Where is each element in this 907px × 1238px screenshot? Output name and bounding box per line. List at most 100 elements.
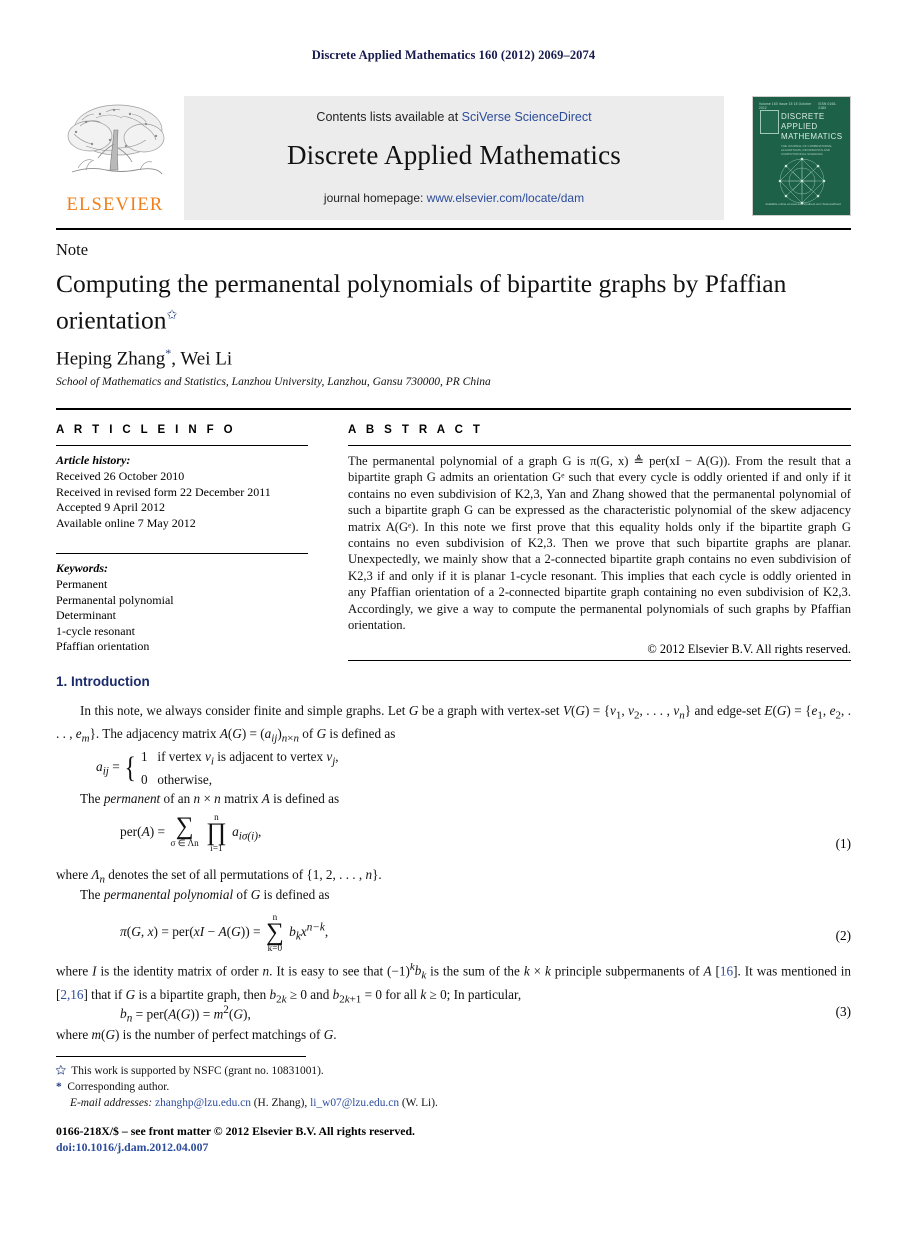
article-info-rule bbox=[56, 445, 308, 446]
cover-title: DISCRETE APPLIED MATHEMATICS bbox=[781, 112, 843, 141]
cover-graph-figure bbox=[778, 157, 825, 205]
cases-condition-1: if vertex vi is adjacent to vertex vj, bbox=[157, 749, 339, 768]
footnote-divider bbox=[56, 1056, 306, 1057]
cover-topbar: Volume 160 Issue 15 15 October 2012 ISSN… bbox=[759, 102, 844, 110]
masthead-divider bbox=[56, 228, 851, 231]
keywords-label: Keywords: bbox=[56, 561, 108, 575]
intro-paragraph-1: In this note, we always consider finite … bbox=[56, 703, 852, 745]
intro-paragraph-2: The permanent of an n × n matrix A is de… bbox=[80, 791, 340, 806]
title-text: Computing the permanental polynomials of… bbox=[56, 269, 787, 335]
sum-glyph: ∑ bbox=[175, 813, 194, 841]
paper-page: Discrete Applied Mathematics 160 (2012) … bbox=[0, 0, 907, 1238]
author-list: Heping Zhang*, Wei Li bbox=[56, 346, 232, 370]
citation-16[interactable]: 16 bbox=[720, 963, 733, 978]
eq1-sum-lower: σ ∈ Λn bbox=[170, 837, 199, 848]
email-addresses-label: E-mail addresses: bbox=[70, 1097, 153, 1109]
eq1-term: aiσ(i), bbox=[232, 823, 262, 843]
abstract-column: A B S T R A C T The permanental polynomi… bbox=[348, 424, 851, 657]
email-link-zhang[interactable]: zhanghp@lzu.edu.cn bbox=[155, 1097, 251, 1109]
history-revised: Received in revised form 22 December 201… bbox=[56, 484, 271, 499]
footnote-funding: ✩ This work is supported by NSFC (grant … bbox=[56, 1064, 576, 1079]
equation-1: per(A) = ∑ σ ∈ Λn n ∏ i=1 aiσ(i), bbox=[120, 812, 261, 854]
footnote-asterisk-marker: * bbox=[56, 1081, 62, 1093]
email-name-zhang: (H. Zhang) bbox=[253, 1097, 305, 1109]
cases-lhs: aij = bbox=[96, 758, 120, 778]
intro-paragraph-6: where m(G) is the number of perfect matc… bbox=[56, 1027, 337, 1042]
eq2-summation: n ∑ k=0 bbox=[266, 912, 284, 954]
page-title: Computing the permanental polynomials of… bbox=[56, 268, 796, 336]
elsevier-logo: ELSEVIER bbox=[56, 96, 174, 220]
eq2-term: bkxn−k, bbox=[289, 921, 329, 943]
email-name-li: (W. Li). bbox=[401, 1097, 438, 1109]
keyword-item-0: Permanent bbox=[56, 577, 108, 591]
homepage-line: journal homepage: www.elsevier.com/locat… bbox=[184, 191, 724, 205]
article-info-heading: A R T I C L E I N F O bbox=[56, 424, 237, 436]
eq2-sum-lower: k=0 bbox=[267, 943, 283, 954]
history-received: Received 26 October 2010 bbox=[56, 469, 185, 483]
keywords-rule bbox=[56, 553, 308, 554]
journal-title: Discrete Applied Mathematics bbox=[286, 140, 621, 170]
author-primary: Heping Zhang bbox=[56, 348, 166, 370]
eq1-lhs: per(A) = bbox=[120, 823, 166, 839]
section-heading-introduction: 1. Introduction bbox=[56, 674, 150, 689]
footnote-star-marker: ✩ bbox=[56, 1065, 66, 1077]
footnote-funding-text: This work is supported by NSFC (grant no… bbox=[71, 1065, 324, 1077]
intro-paragraph-4: The permanental polynomial of G is defin… bbox=[80, 887, 330, 902]
cover-publisher-mark bbox=[760, 110, 779, 134]
intro-paragraph-5: where I is the identity matrix of order … bbox=[56, 961, 851, 1006]
cases-value-1: 1 bbox=[140, 749, 148, 764]
history-accepted: Accepted 9 April 2012 bbox=[56, 500, 165, 514]
equation-3: bn = per(A(G)) = m2(G), bbox=[120, 1004, 251, 1026]
eq1-product: n ∏ i=1 bbox=[206, 812, 227, 854]
contents-line: Contents lists available at SciVerse Sci… bbox=[184, 110, 724, 124]
cases-body: 1 if vertex vi is adjacent to vertex vj,… bbox=[141, 748, 339, 788]
eq1-summation: ∑ σ ∈ Λn bbox=[170, 813, 199, 848]
email-link-li[interactable]: li_w07@lzu.edu.cn bbox=[310, 1097, 399, 1109]
footnote-emails: E-mail addresses: zhanghp@lzu.edu.cn (H.… bbox=[70, 1097, 438, 1109]
keyword-item-4: Pfaffian orientation bbox=[56, 639, 150, 653]
article-type-label: Note bbox=[56, 240, 89, 259]
author-secondary: , Wei Li bbox=[171, 348, 233, 370]
footnote-corresponding: * Corresponding author. bbox=[56, 1080, 576, 1095]
keyword-item-3: 1-cycle resonant bbox=[56, 623, 135, 638]
product-glyph: ∏ bbox=[206, 818, 227, 846]
keyword-item-1: Permanental polynomial bbox=[56, 592, 174, 607]
contents-prefix: Contents lists available at bbox=[316, 110, 462, 124]
abstract-heading: A B S T R A C T bbox=[348, 424, 484, 436]
abstract-text: The permanental polynomial of a graph G … bbox=[348, 454, 851, 633]
journal-masthead: ELSEVIER Contents lists available at Sci… bbox=[56, 96, 851, 220]
history-online: Available online 7 May 2012 bbox=[56, 515, 196, 530]
elsevier-wordmark: ELSEVIER bbox=[66, 195, 164, 215]
article-history-label: Article history: bbox=[56, 453, 131, 467]
journal-banner: Contents lists available at SciVerse Sci… bbox=[184, 96, 724, 220]
cover-inner: Volume 160 Issue 15 15 October 2012 ISSN… bbox=[756, 100, 847, 212]
issn-copyright-line: 0166-218X/$ – see front matter © 2012 El… bbox=[56, 1124, 415, 1138]
cover-issn-text: ISSN 0166-218X bbox=[818, 102, 837, 110]
eq2-lhs: π(G, x) = per(xI − A(G)) = bbox=[120, 923, 261, 939]
sciencedirect-link[interactable]: SciVerse ScienceDirect bbox=[462, 110, 592, 124]
keyword-item-2: Determinant bbox=[56, 608, 116, 622]
homepage-prefix: journal homepage: bbox=[323, 191, 427, 205]
cases-brace: { bbox=[124, 750, 137, 784]
abstract-rule bbox=[348, 445, 851, 446]
article-info-column: A R T I C L E I N F O Article history: R… bbox=[56, 424, 308, 655]
keywords-block: Keywords: Permanent Permanental polynomi… bbox=[56, 561, 308, 655]
title-footnote-marker[interactable]: ✩ bbox=[166, 307, 177, 322]
footnote-corresponding-text: Corresponding author. bbox=[67, 1081, 170, 1093]
equation-2: π(G, x) = per(xI − A(G)) = n ∑ k=0 bkxn−… bbox=[120, 912, 328, 954]
cover-footer: Available online at www.sciencedirect.co… bbox=[765, 201, 841, 206]
cover-volume-text: Volume 160 Issue 15 15 October 2012 bbox=[759, 102, 812, 110]
equation-cases: aij = { 1 if vertex vi is adjacent to ve… bbox=[96, 748, 339, 788]
equation-3-number: (3) bbox=[835, 1004, 851, 1019]
citation-2-16[interactable]: 2,16 bbox=[60, 987, 83, 1002]
journal-homepage-link[interactable]: www.elsevier.com/locate/dam bbox=[427, 191, 584, 205]
abstract-bottom-rule bbox=[348, 660, 851, 661]
title-block-divider bbox=[56, 408, 851, 411]
journal-cover-thumbnail[interactable]: Volume 160 Issue 15 15 October 2012 ISSN… bbox=[752, 96, 851, 216]
abstract-copyright: © 2012 Elsevier B.V. All rights reserved… bbox=[647, 642, 851, 657]
doi-link[interactable]: doi:10.1016/j.dam.2012.04.007 bbox=[56, 1140, 208, 1155]
cases-condition-2: otherwise, bbox=[157, 771, 212, 787]
elsevier-tree-icon bbox=[67, 104, 165, 175]
cases-value-2: 0 bbox=[140, 771, 148, 787]
equation-2-number: (2) bbox=[835, 928, 851, 943]
